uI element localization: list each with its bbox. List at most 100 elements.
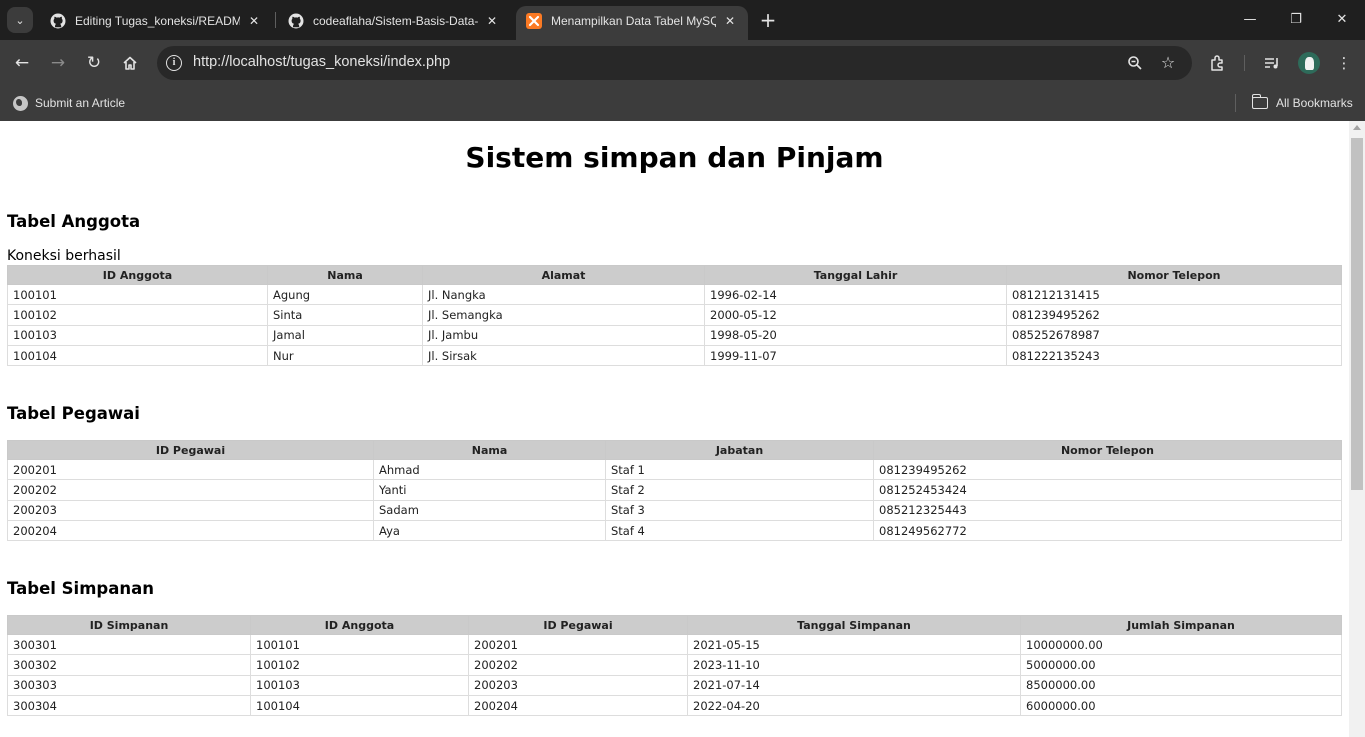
restore-icon[interactable]: ❐ — [1284, 8, 1308, 32]
table-row: 200204 Aya Staf 4 081249562772 — [7, 519, 1342, 542]
tab-github-readme[interactable]: Editing Tugas_koneksi/README ✕ — [40, 6, 272, 36]
tab-title: Menampilkan Data Tabel MySQL — [551, 14, 716, 28]
table-cell: 200204 — [7, 519, 374, 542]
url-text[interactable]: http://localhost/tugas_koneksi/index.php — [193, 54, 450, 70]
table-cell: 100101 — [7, 283, 268, 306]
reload-icon[interactable]: ↻ — [82, 51, 106, 75]
column-header: ID Anggota — [7, 265, 268, 285]
tab-github-repo[interactable]: codeaflaha/Sistem-Basis-Data- ✕ — [278, 6, 510, 36]
new-tab-button[interactable]: + — [758, 9, 778, 31]
table-cell: Jl. Jambu — [422, 324, 705, 346]
table-cell: Ahmad — [373, 458, 606, 481]
table-cell: 200203 — [7, 499, 374, 521]
tab-title: codeaflaha/Sistem-Basis-Data- — [313, 14, 478, 28]
column-header: Tanggal Simpanan — [687, 615, 1021, 635]
table-cell: 2000-05-12 — [704, 304, 1007, 326]
table-row: 100103 Jamal Jl. Jambu 1998-05-20 0852526789… — [7, 324, 1342, 346]
table-cell: Staf 3 — [605, 499, 874, 521]
connection-status-text: Koneksi berhasil — [7, 248, 121, 264]
column-header: Nama — [267, 265, 423, 285]
table-row: 200203 Sadam Staf 3 085212325443 — [7, 499, 1342, 521]
table-cell: 300303 — [7, 674, 251, 696]
table-cell: 200201 — [468, 633, 688, 656]
table-cell: 5000000.00 — [1020, 654, 1342, 676]
table-cell: Staf 4 — [605, 519, 874, 542]
table-cell: Agung — [267, 283, 423, 306]
media-controls-icon[interactable] — [1260, 51, 1284, 75]
globe-icon — [13, 95, 28, 111]
table-cell: 085212325443 — [873, 499, 1342, 521]
site-info-icon[interactable]: i — [166, 55, 182, 71]
close-icon[interactable]: ✕ — [484, 14, 500, 28]
page-content: Sistem simpan dan Pinjam Tabel Anggota K… — [0, 121, 1349, 737]
table-cell: 1998-05-20 — [704, 324, 1007, 346]
table-row: 100104 Nur Jl. Sirsak 1999-11-07 08122213524… — [7, 344, 1342, 367]
table-cell: 100102 — [250, 654, 469, 676]
scroll-up-arrow-icon[interactable] — [1353, 125, 1361, 130]
tab-search-button[interactable]: ⌄ — [7, 7, 33, 33]
table-cell: 300302 — [7, 654, 251, 676]
table-cell: 085252678987 — [1006, 324, 1342, 346]
table-cell: 300304 — [7, 694, 251, 717]
table-row: 300304 100104 200204 2022-04-20 6000000.00 — [7, 694, 1342, 717]
more-menu-icon[interactable]: ⋮ — [1332, 51, 1356, 75]
table-row: 100102 Sinta Jl. Semangka 2000-05-12 0812394… — [7, 304, 1342, 326]
all-bookmarks-button[interactable]: All Bookmarks — [1251, 93, 1353, 113]
page-scrollbar[interactable] — [1349, 121, 1365, 737]
table-cell: 1999-11-07 — [704, 344, 1007, 367]
table-cell: 8500000.00 — [1020, 674, 1342, 696]
forward-icon[interactable]: → — [46, 51, 70, 75]
minimize-icon[interactable]: — — [1238, 8, 1262, 32]
column-header: ID Anggota — [250, 615, 469, 635]
close-icon[interactable]: ✕ — [246, 14, 262, 28]
window-close-icon[interactable]: ✕ — [1330, 8, 1354, 32]
column-header: ID Pegawai — [7, 440, 374, 460]
home-icon[interactable] — [118, 51, 142, 75]
column-header: Alamat — [422, 265, 705, 285]
table-cell: Sadam — [373, 499, 606, 521]
bookmark-label: Submit an Article — [35, 96, 126, 110]
zoom-icon[interactable] — [1124, 52, 1146, 74]
bookmark-star-icon[interactable]: ☆ — [1157, 52, 1179, 74]
table-simpanan: ID Simpanan ID Anggota ID Pegawai Tanggal S… — [7, 615, 1342, 717]
table-row: 300302 100102 200202 2023-11-10 5000000.00 — [7, 654, 1342, 676]
section-heading-pegawai: Tabel Pegawai — [7, 404, 140, 423]
section-heading-simpanan: Tabel Simpanan — [7, 579, 154, 598]
bookmark-submit-article[interactable]: Submit an Article — [13, 93, 125, 113]
table-cell: 200202 — [468, 654, 688, 676]
all-bookmarks-label: All Bookmarks — [1276, 96, 1353, 110]
table-cell: Yanti — [373, 479, 606, 501]
table-cell: 10000000.00 — [1020, 633, 1342, 656]
profile-avatar[interactable] — [1298, 52, 1320, 74]
table-cell: 100104 — [250, 694, 469, 717]
table-cell: 200204 — [468, 694, 688, 717]
column-header: Jabatan — [605, 440, 874, 460]
table-pegawai: ID Pegawai Nama Jabatan Nomor Telepon 20020… — [7, 440, 1342, 542]
table-cell: Sinta — [267, 304, 423, 326]
table-cell: 081222135243 — [1006, 344, 1342, 367]
table-cell: 1996-02-14 — [704, 283, 1007, 306]
tab-mysql-data[interactable]: Menampilkan Data Tabel MySQL ✕ — [516, 6, 748, 40]
table-cell: 100104 — [7, 344, 268, 367]
scrollbar-thumb[interactable] — [1351, 138, 1363, 490]
table-cell: Staf 1 — [605, 458, 874, 481]
table-cell: 100103 — [250, 674, 469, 696]
address-bar[interactable]: i http://localhost/tugas_koneksi/index.p… — [157, 46, 1192, 80]
close-icon[interactable]: ✕ — [722, 14, 738, 28]
table-cell: 081249562772 — [873, 519, 1342, 542]
extensions-icon[interactable] — [1206, 51, 1230, 75]
column-header: ID Pegawai — [468, 615, 688, 635]
column-header: Nomor Telepon — [1006, 265, 1342, 285]
table-cell: 200202 — [7, 479, 374, 501]
back-icon[interactable]: ← — [10, 51, 34, 75]
table-row: 200202 Yanti Staf 2 081252453424 — [7, 479, 1342, 501]
table-anggota: ID Anggota Nama Alamat Tanggal Lahir Nomor T… — [7, 265, 1342, 367]
table-cell: 2022-04-20 — [687, 694, 1021, 717]
table-cell: 2023-11-10 — [687, 654, 1021, 676]
column-header: Nomor Telepon — [873, 440, 1342, 460]
github-icon — [50, 13, 66, 29]
chevron-down-icon: ⌄ — [15, 13, 25, 27]
table-cell: 100102 — [7, 304, 268, 326]
table-cell: Jl. Nangka — [422, 283, 705, 306]
table-row: 300301 100101 200201 2021-05-15 10000000.00 — [7, 633, 1342, 656]
